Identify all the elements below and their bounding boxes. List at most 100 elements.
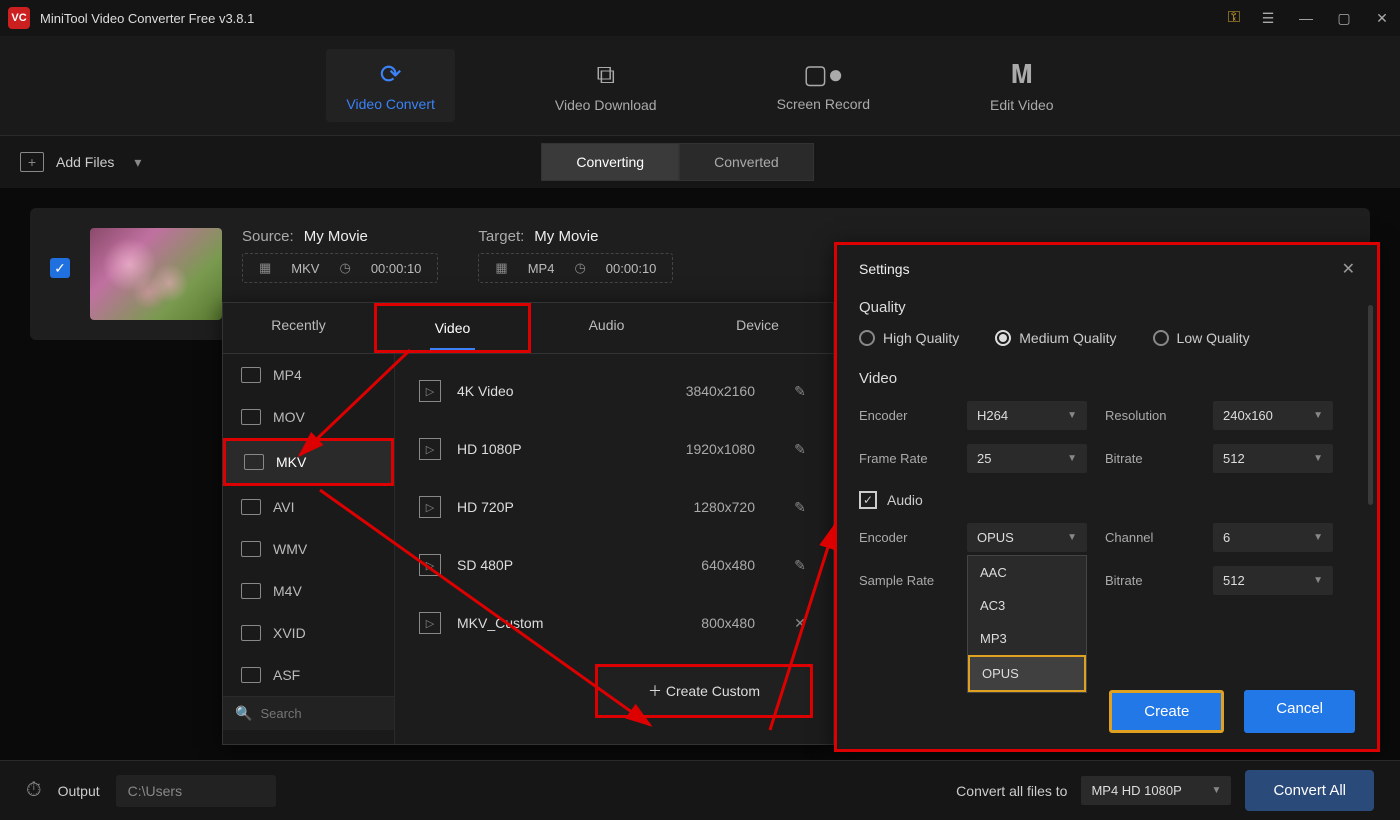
convert-all-button[interactable]: Convert All <box>1245 770 1374 811</box>
video-framerate-select[interactable]: 25▼ <box>967 444 1087 473</box>
format-m4v[interactable]: M4V <box>223 570 394 612</box>
edit-icon[interactable]: ✎ <box>791 383 809 400</box>
format-popup: Recently Video Audio Device MP4 MOV MKV … <box>222 302 834 745</box>
preset-720p[interactable]: ▷HD 720P1280x720✎ <box>395 478 833 536</box>
format-xvid[interactable]: XVID <box>223 612 394 654</box>
preset-4k[interactable]: ▷4K Video3840x2160✎ <box>395 362 833 420</box>
radio-low-quality[interactable]: Low Quality <box>1153 330 1250 346</box>
delete-icon[interactable]: ✕ <box>791 615 809 632</box>
file-icon <box>241 583 261 599</box>
resolution-label: Resolution <box>1105 408 1195 423</box>
option-opus[interactable]: OPUS <box>968 655 1086 692</box>
play-icon: ▷ <box>419 438 441 460</box>
convert-icon: ⟳ <box>380 59 402 90</box>
format-mkv[interactable]: MKV <box>223 438 394 486</box>
search-icon: 🔍 <box>235 705 252 722</box>
video-resolution-select[interactable]: 240x160▼ <box>1213 401 1333 430</box>
play-icon: ▷ <box>419 380 441 402</box>
nav-video-convert[interactable]: ⟳ Video Convert <box>326 49 454 122</box>
minimize-button[interactable]: — <box>1296 10 1316 26</box>
bitrate-label: Bitrate <box>1105 573 1195 588</box>
hamburger-icon[interactable]: ☰ <box>1258 10 1278 27</box>
create-button[interactable]: Create <box>1109 690 1224 733</box>
file-icon <box>244 454 264 470</box>
top-nav: ⟳ Video Convert ⧉ Video Download ▢● Scre… <box>0 36 1400 136</box>
option-ac3[interactable]: AC3 <box>968 589 1086 622</box>
video-bitrate-select[interactable]: 512▼ <box>1213 444 1333 473</box>
video-encoder-select[interactable]: H264▼ <box>967 401 1087 430</box>
key-icon[interactable]: ⚿ <box>1228 9 1240 27</box>
option-aac[interactable]: AAC <box>968 556 1086 589</box>
maximize-button[interactable]: ▢ <box>1334 10 1354 27</box>
settings-title: Settings <box>859 261 910 277</box>
tab-video[interactable]: Video <box>374 303 531 353</box>
file-icon <box>241 367 261 383</box>
audio-bitrate-select[interactable]: 512▼ <box>1213 566 1333 595</box>
video-heading: Video <box>859 370 1355 387</box>
format-asf[interactable]: ASF <box>223 654 394 696</box>
nav-screen-record[interactable]: ▢● Screen Record <box>757 49 890 122</box>
radio-medium-quality[interactable]: Medium Quality <box>995 330 1116 346</box>
format-mov[interactable]: MOV <box>223 396 394 438</box>
toolbar: + Add Files ▾ Converting Converted <box>0 136 1400 188</box>
add-files-button[interactable]: + Add Files ▾ <box>20 152 141 172</box>
convert-all-label: Convert all files to <box>956 783 1067 799</box>
chevron-down-icon: ▼ <box>1067 453 1077 464</box>
tab-device[interactable]: Device <box>682 303 833 353</box>
add-folder-icon: + <box>20 152 44 172</box>
scrollbar[interactable] <box>1368 305 1373 505</box>
nav-edit-video[interactable]: 𝐌 Edit Video <box>970 49 1074 123</box>
audio-encoder-dropdown: AAC AC3 MP3 OPUS <box>967 555 1087 693</box>
format-mp4[interactable]: MP4 <box>223 354 394 396</box>
samplerate-label: Sample Rate <box>859 573 949 588</box>
format-tabs: Recently Video Audio Device <box>223 303 833 354</box>
target-duration: 00:00:10 <box>606 261 657 276</box>
close-button[interactable]: ✕ <box>1372 10 1392 27</box>
source-info: ▦MKV ◷00:00:10 <box>242 253 438 283</box>
output-format-select[interactable]: MP4 HD 1080P▼ <box>1081 776 1231 805</box>
format-search[interactable]: 🔍 <box>223 696 394 730</box>
format-sidebar[interactable]: MP4 MOV MKV AVI WMV M4V XVID ASF 🔍 <box>223 354 395 744</box>
format-wmv[interactable]: WMV <box>223 528 394 570</box>
nav-video-download[interactable]: ⧉ Video Download <box>535 49 677 123</box>
audio-encoder-select[interactable]: OPUS▼ <box>967 523 1087 552</box>
tab-converting[interactable]: Converting <box>541 143 679 181</box>
source-column: Source:My Movie ▦MKV ◷00:00:10 <box>242 228 438 283</box>
preset-480p[interactable]: ▷SD 480P640x480✎ <box>395 536 833 594</box>
edit-icon[interactable]: ✎ <box>791 557 809 574</box>
cancel-button[interactable]: Cancel <box>1244 690 1355 733</box>
tab-audio[interactable]: Audio <box>531 303 682 353</box>
format-icon: ▦ <box>259 260 271 276</box>
format-avi[interactable]: AVI <box>223 486 394 528</box>
clock-icon: ◷ <box>574 260 585 276</box>
target-format: MP4 <box>528 261 555 276</box>
preset-list[interactable]: ▷4K Video3840x2160✎ ▷HD 1080P1920x1080✎ … <box>395 354 833 744</box>
close-icon[interactable]: ✕ <box>1342 259 1355 279</box>
file-icon <box>241 667 261 683</box>
encoder-label: Encoder <box>859 530 949 545</box>
preset-custom[interactable]: ▷MKV_Custom800x480✕ <box>395 594 833 652</box>
option-mp3[interactable]: MP3 <box>968 622 1086 655</box>
chevron-down-icon: ▾ <box>134 154 141 171</box>
create-custom-button[interactable]: ＋ Create Custom <box>595 664 813 718</box>
edit-icon[interactable]: ✎ <box>791 499 809 516</box>
audio-checkbox[interactable]: ✓ <box>859 491 877 509</box>
file-checkbox[interactable]: ✓ <box>50 258 70 278</box>
preset-1080p[interactable]: ▷HD 1080P1920x1080✎ <box>395 420 833 478</box>
quality-radios: High Quality Medium Quality Low Quality <box>859 330 1355 346</box>
output-path[interactable]: C:\Users <box>116 775 276 807</box>
nav-label: Screen Record <box>777 96 870 112</box>
timer-icon[interactable]: ⏱ <box>26 779 42 802</box>
radio-high-quality[interactable]: High Quality <box>859 330 959 346</box>
search-input[interactable] <box>260 706 395 721</box>
source-format: MKV <box>291 261 319 276</box>
chevron-down-icon: ▼ <box>1212 785 1222 796</box>
target-info[interactable]: ▦MP4 ◷00:00:10 <box>478 253 673 283</box>
chevron-down-icon: ▼ <box>1067 532 1077 543</box>
tab-recently[interactable]: Recently <box>223 303 374 353</box>
audio-channel-select[interactable]: 6▼ <box>1213 523 1333 552</box>
play-icon: ▷ <box>419 612 441 634</box>
edit-icon[interactable]: ✎ <box>791 441 809 458</box>
video-thumbnail[interactable] <box>90 228 222 320</box>
tab-converted[interactable]: Converted <box>679 143 814 181</box>
